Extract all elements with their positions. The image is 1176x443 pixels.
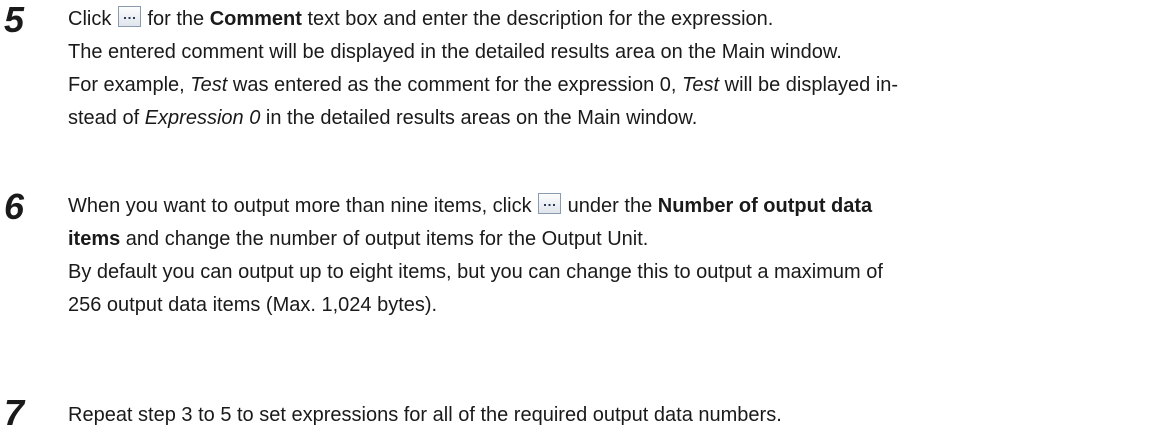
ellipsis-button-icon	[117, 6, 141, 27]
text: Click	[68, 8, 117, 30]
ellipsis-button-icon	[538, 193, 562, 214]
step-body: When you want to output more than nine i…	[68, 190, 1172, 322]
step-line: By default you can output up to eight it…	[68, 261, 883, 283]
text: and change the number of output items fo…	[120, 228, 649, 250]
text: under the	[562, 195, 658, 217]
step-line: items and change the number of output it…	[68, 223, 1172, 256]
field-name-number-of-output-data-items: Number of output data	[657, 195, 873, 217]
step-line: When you want to output more than nine i…	[68, 190, 1172, 223]
example-value: Test	[682, 74, 720, 96]
step-body: Repeat step 3 to 5 to set expressions fo…	[68, 399, 1172, 432]
step-line: The entered comment will be displayed in…	[68, 41, 842, 63]
text: for the	[141, 8, 210, 30]
step-line: Repeat step 3 to 5 to set expressions fo…	[68, 404, 782, 426]
step-line: For example, Test was entered as the com…	[68, 69, 1172, 102]
text: For example,	[68, 74, 191, 96]
text: was entered as the comment for the expre…	[227, 74, 683, 96]
step-line: Click for the Comment text box and enter…	[68, 3, 1172, 36]
step-line: stead of Expression 0 in the detailed re…	[68, 102, 1172, 135]
step-number: 7	[4, 392, 25, 433]
text: will be displayed in-	[719, 74, 899, 96]
text: text box and enter the description for t…	[301, 8, 774, 30]
text: When you want to output more than nine i…	[68, 195, 538, 217]
example-value: Expression 0	[144, 107, 261, 129]
step-number: 6	[4, 186, 25, 227]
step-line: 256 output data items (Max. 1,024 bytes)…	[68, 294, 438, 316]
example-value: Test	[190, 74, 228, 96]
field-name-comment: Comment	[209, 8, 302, 30]
field-name-number-of-output-data-items: items	[68, 228, 121, 250]
step-number: 5	[4, 0, 25, 40]
text: in the detailed results areas on the Mai…	[260, 107, 698, 129]
text: stead of	[68, 107, 145, 129]
step-body: Click for the Comment text box and enter…	[68, 3, 1172, 135]
